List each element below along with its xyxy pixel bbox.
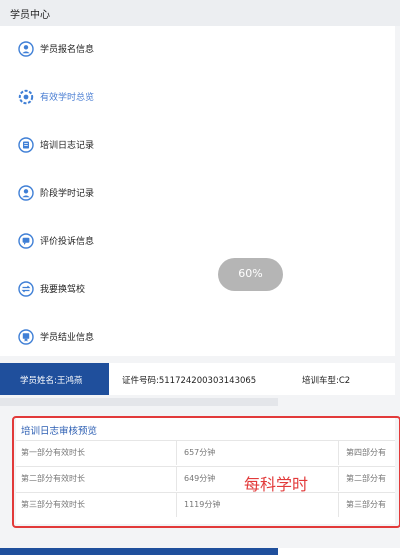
- menu-item-enrollment-info[interactable]: 学员报名信息: [0, 36, 395, 62]
- menu-item-label: 阶段学时记录: [40, 189, 95, 199]
- page-title: 学员中心: [10, 10, 50, 21]
- menu-item-switch-school[interactable]: 我要换驾校: [0, 276, 395, 302]
- user-icon: [18, 41, 34, 57]
- menu-item-effective-hours[interactable]: 有效学时总览: [0, 84, 395, 110]
- menu-item-label: 我要换驾校: [40, 285, 86, 295]
- student-info-bar: 学员姓名:王鸿燕 证件号码:511724200303143065 培训车型:C2: [0, 363, 395, 395]
- loading-progress-indicator: 60%: [218, 258, 283, 291]
- menu-item-label: 学员报名信息: [40, 45, 95, 55]
- student-name-tag: 学员姓名:王鸿燕: [0, 363, 109, 395]
- divider-strip: [0, 398, 278, 406]
- student-car-type: 培训车型:C2: [302, 376, 351, 386]
- student-name: 学员姓名:王鸿燕: [20, 376, 83, 386]
- menu-item-graduation-info[interactable]: 学员结业信息: [0, 324, 395, 350]
- menu-item-label: 评价投诉信息: [40, 237, 95, 247]
- menu-item-label: 学员结业信息: [40, 333, 95, 343]
- student-menu: 学员报名信息 有效学时总览 培训日志记录 阶段学时记录 评价投诉信息 我要换驾校: [0, 26, 395, 356]
- menu-item-label: 培训日志记录: [40, 141, 95, 151]
- menu-item-evaluation-complaint[interactable]: 评价投诉信息: [0, 228, 395, 254]
- annotation-text: 每科学时: [244, 475, 309, 494]
- feedback-icon: [18, 233, 34, 249]
- menu-item-stage-hours[interactable]: 阶段学时记录: [0, 180, 395, 206]
- bottom-bar-rest: [278, 548, 400, 555]
- bottom-accent-bar: [0, 548, 278, 555]
- certificate-icon: [18, 329, 34, 345]
- progress-percent: 60%: [238, 267, 263, 280]
- student-id-number: 证件号码:511724200303143065: [122, 376, 257, 386]
- highlight-box: [12, 416, 400, 528]
- user-icon: [18, 185, 34, 201]
- menu-item-label: 有效学时总览: [40, 93, 95, 103]
- switch-icon: [18, 281, 34, 297]
- menu-item-training-log[interactable]: 培训日志记录: [0, 132, 395, 158]
- page-header: 学员中心: [0, 0, 400, 26]
- settings-icon: [18, 89, 34, 105]
- log-icon: [18, 137, 34, 153]
